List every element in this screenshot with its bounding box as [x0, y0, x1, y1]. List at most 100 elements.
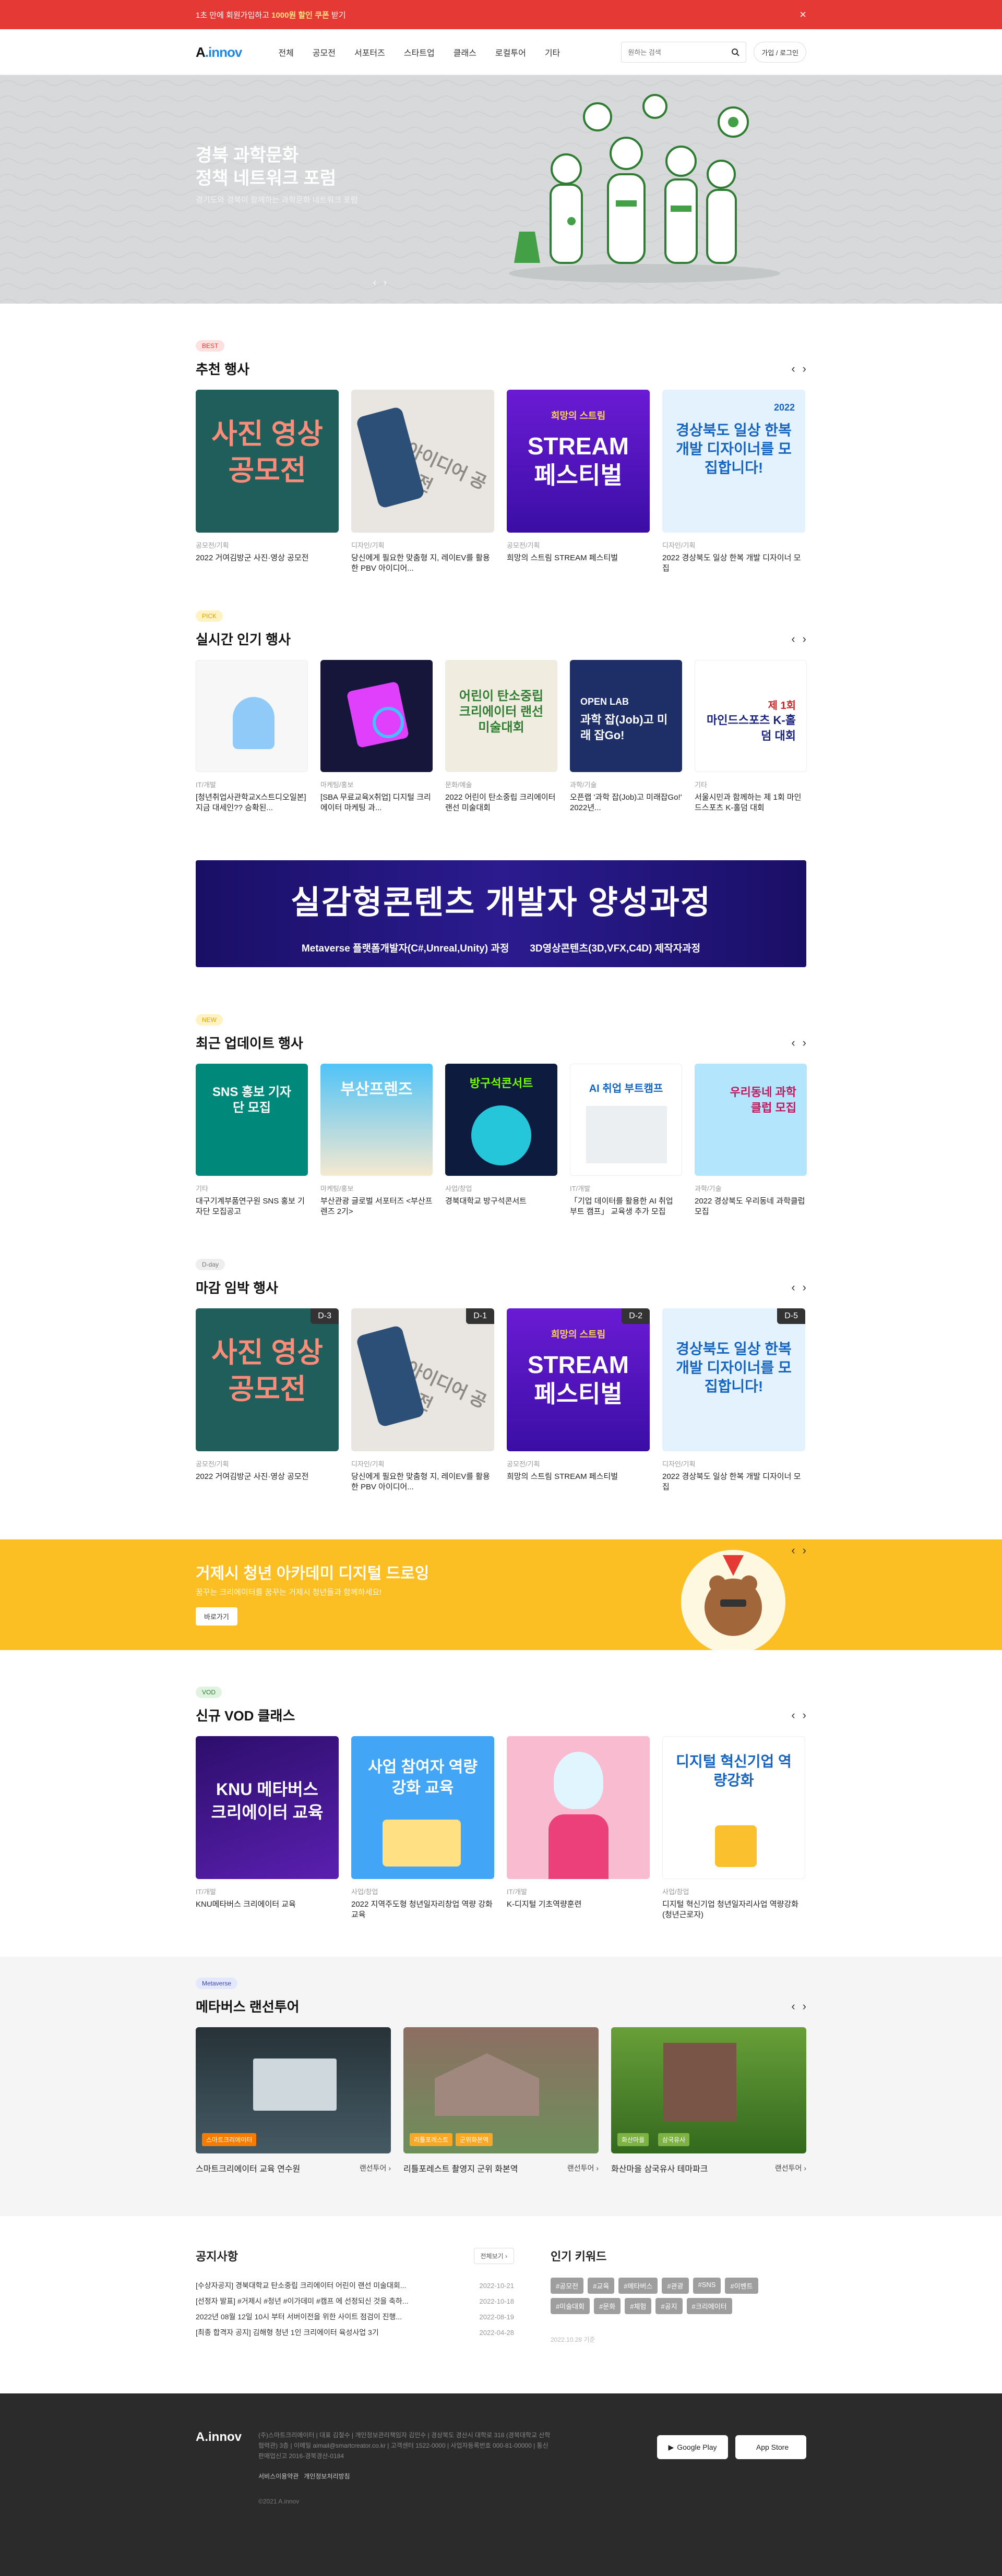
- nav-item-class[interactable]: 클래스: [454, 46, 476, 58]
- thumb-text: STREAM 페스티벌: [527, 1351, 629, 1407]
- promo-text-before: 1초 만에 회원가입하고: [196, 10, 272, 20]
- search-icon[interactable]: [731, 48, 740, 56]
- tour-card[interactable]: 리틀포레스트 군위화본역 리틀포레스트 촬영지 군위 화본역 랜선투어 ›: [403, 2027, 599, 2174]
- keyword-chip[interactable]: #공지: [655, 2298, 683, 2314]
- chevron-left-icon[interactable]: ‹: [791, 1281, 795, 1294]
- notice-row[interactable]: 2022년 08월 12일 10시 부터 서버이전을 위한 사이트 점검이 진행…: [196, 2309, 514, 2325]
- notice-text: [선정자 발표] #거제시 #청년 #이가데미 #캠프 에 선정되신 것을 축하…: [196, 2297, 409, 2305]
- hero-prev-arrow[interactable]: ‹: [373, 277, 376, 288]
- chevron-right-icon[interactable]: ›: [803, 1036, 806, 1050]
- notice-more-button[interactable]: 전체보기 ›: [473, 2247, 514, 2264]
- keyword-chip[interactable]: #체험: [625, 2298, 652, 2314]
- event-card[interactable]: IT/개발 [청년취업사관학교X스트디오일본] 지금 대세인?? 승확된...: [196, 660, 308, 813]
- chevron-right-icon[interactable]: ›: [803, 1708, 806, 1722]
- class-card[interactable]: 사업 참여자 역량강화 교육 사업/창업 2022 지역주도형 청년일자리창업 …: [351, 1736, 494, 1920]
- google-play-button[interactable]: ▶ Google Play: [657, 2435, 728, 2459]
- keyword-chip[interactable]: #미술대회: [551, 2298, 590, 2314]
- event-card[interactable]: 마케팅/홍보 [SBA 무료교육X취업] 디지털 크리에이터 마케팅 과...: [320, 660, 433, 813]
- event-card[interactable]: OPEN LAB 과학 잡(Job)고 미래 잡Go! 과학/기술 오픈랩 '과…: [570, 660, 682, 813]
- nav-item-all[interactable]: 전체: [278, 46, 293, 58]
- event-card[interactable]: 부산프렌즈 마케팅/홍보 부산관광 글로벌 서포터즈 <부산프렌즈 2기>: [320, 1064, 433, 1217]
- class-card[interactable]: 디지털 혁신기업 역량강화 사업/창업 디지털 혁신기업 청년일자리사업 역량강…: [662, 1736, 805, 1920]
- hero-next-arrow[interactable]: ›: [384, 277, 387, 288]
- tour-card[interactable]: 스마트크리에이터 스마트크리에이터 교육 연수원 랜선투어 ›: [196, 2027, 391, 2174]
- nav-item-contest[interactable]: 공모전: [313, 46, 336, 58]
- logo-text: .innov: [205, 44, 243, 60]
- chevron-right-icon[interactable]: ›: [803, 1544, 806, 1557]
- chevron-right-icon[interactable]: ›: [803, 1281, 806, 1294]
- keyword-chip[interactable]: #교육: [588, 2278, 615, 2294]
- footer-terms-link[interactable]: 서비스이용약관: [258, 2472, 299, 2481]
- footer-privacy-link[interactable]: 개인정보처리방침: [304, 2472, 350, 2481]
- best-title: 추천 행사: [196, 362, 249, 377]
- chevron-left-icon[interactable]: ‹: [791, 2000, 795, 2013]
- tour-card[interactable]: 화산마을 삼국유사 화산마을 삼국유사 테마파크 랜선투어 ›: [611, 2027, 806, 2174]
- login-button[interactable]: 가입 / 로그인: [754, 42, 806, 63]
- close-icon[interactable]: ×: [800, 8, 806, 21]
- tour-thumbnail: 스마트크리에이터: [196, 2027, 391, 2153]
- chevron-right-icon[interactable]: ›: [803, 632, 806, 646]
- dday-tag: D-day: [196, 1259, 225, 1270]
- keyword-chip[interactable]: #이벤트: [725, 2278, 758, 2294]
- event-card[interactable]: 2022 경상북도 일상 한복 개발 디자이너를 모집합니다! 디자인/기획 2…: [662, 390, 805, 574]
- hero-subtitle: 경기도와 경북이 함께하는 과학문화 네트워크 포럼: [196, 196, 358, 204]
- keyword-chip[interactable]: #관광: [662, 2278, 689, 2294]
- keyword-chip[interactable]: #문화: [594, 2298, 621, 2314]
- event-card[interactable]: SNS 홍보 기자단 모집 기타 대구기계부품연구원 SNS 홍보 기자단 모집…: [196, 1064, 308, 1217]
- chevron-left-icon[interactable]: ‹: [791, 632, 795, 646]
- chevron-right-icon[interactable]: ›: [803, 2000, 806, 2013]
- nav-item-startup[interactable]: 스타트업: [404, 46, 435, 58]
- app-store-button[interactable]: App Store: [735, 2435, 806, 2459]
- hero-pagination: ‹ ›: [373, 277, 387, 288]
- event-card[interactable]: 어린이 탄소중립 크리에이터 랜선 미술대회 문화/예술 2022 어린이 탄소…: [445, 660, 557, 813]
- keyword-chip[interactable]: #크리에이터: [686, 2298, 732, 2314]
- event-card[interactable]: 경상북도 일상 한복 개발 디자이너를 모집합니다! D-5 디자인/기획 20…: [662, 1308, 805, 1492]
- nav-item-localtour[interactable]: 로컬투어: [495, 46, 526, 58]
- event-card[interactable]: AI 취업 부트캠프 IT/개발 「기업 데이터를 활용한 AI 취업 부트 캠…: [570, 1064, 682, 1217]
- event-card[interactable]: 사진 영상 공모전 D-3 공모전/기획 2022 거여김방군 사진·영상 공모…: [196, 1308, 339, 1492]
- person-illustration: [233, 697, 275, 749]
- tour-link[interactable]: 랜선투어 ›: [775, 2163, 806, 2173]
- event-card[interactable]: 방구석콘서트 사업/창업 경북대학교 방구석콘서트: [445, 1064, 557, 1217]
- tour-link[interactable]: 랜선투어 ›: [360, 2163, 391, 2173]
- event-card[interactable]: PBV 아이디어 공모전 D-1 디자인/기획 당신에게 필요한 맞춤형 지, …: [351, 1308, 494, 1492]
- nav-item-supporters[interactable]: 서포터즈: [354, 46, 385, 58]
- event-card[interactable]: 희망의 스트림 STREAM 페스티벌 D-2 공모전/기획 희망의 스트림 S…: [507, 1308, 650, 1492]
- class-card[interactable]: IT/개발 K-디지털 기초역량훈련: [507, 1736, 650, 1920]
- academy-banner[interactable]: 거제시 청년 아카데미 디지털 드로잉 꿈꾸는 크리에이터를 꿈꾸는 거제시 청…: [0, 1539, 1002, 1650]
- keyword-chip[interactable]: #공모전: [551, 2278, 584, 2294]
- event-card[interactable]: PBV 아이디어 공모전 디자인/기획 당신에게 필요한 맞춤형 지, 레이EV…: [351, 390, 494, 574]
- notice-row[interactable]: [수상자공지] 경북대학교 탄소중립 크리에이터 어린이 랜선 미술대회... 2…: [196, 2278, 514, 2293]
- class-card[interactable]: KNU 메타버스 크리에이터 교육 IT/개발 KNU메타버스 크리에이터 교육: [196, 1736, 339, 1920]
- promo-text[interactable]: 1초 만에 회원가입하고 1000원 할인 쿠폰 받기: [196, 9, 346, 20]
- course-banner[interactable]: 실감형콘텐츠 개발자 양성과정 Metaverse 플랫폼개발자(C#,Unre…: [196, 860, 806, 967]
- keyword-chip[interactable]: #SNS: [693, 2278, 721, 2294]
- chevron-left-icon[interactable]: ‹: [791, 1036, 795, 1050]
- chevron-right-icon[interactable]: ›: [803, 362, 806, 376]
- dday-badge: D-1: [466, 1308, 494, 1324]
- card-category: 사업/창업: [445, 1185, 472, 1193]
- keyword-chip[interactable]: #메타버스: [618, 2278, 658, 2294]
- card-title: 2022 거여김방군 사진·영상 공모전: [196, 1472, 309, 1481]
- chevron-left-icon[interactable]: ‹: [791, 1544, 795, 1557]
- banner-wrap: 실감형콘텐츠 개발자 양성과정 Metaverse 플랫폼개발자(C#,Unre…: [196, 860, 806, 967]
- footer-logo[interactable]: A.innov: [196, 2430, 242, 2445]
- event-card[interactable]: 우리동네 과학클럽 모집 과학/기술 2022 경상북도 우리동네 과학클럽 모…: [695, 1064, 807, 1217]
- tour-chip: 스마트크리에이터: [202, 2133, 257, 2146]
- nav-item-etc[interactable]: 기타: [545, 46, 560, 58]
- event-card[interactable]: 제 1회 마인드스포츠 K-홀덤 대회 기타 서울시민과 함께하는 제 1회 마…: [695, 660, 807, 813]
- academy-go-button[interactable]: 바로가기: [196, 1607, 237, 1626]
- chevron-left-icon[interactable]: ‹: [791, 362, 795, 376]
- tour-link[interactable]: 랜선투어 ›: [567, 2163, 599, 2173]
- event-thumbnail: PBV 아이디어 공모전 D-1: [351, 1308, 494, 1451]
- event-thumbnail: 우리동네 과학클럽 모집: [695, 1064, 807, 1176]
- event-card[interactable]: 사진 영상 공모전 공모전/기획 2022 거여김방군 사진·영상 공모전: [196, 390, 339, 574]
- hero-banner[interactable]: 경북 과학문화 정책 네트워크 포럼 경기도와 경북이 함께하는 과학문화 네트워…: [0, 75, 1002, 304]
- notice-row[interactable]: [최종 합격자 공지] 김해형 청년 1인 크리에이터 육성사업 3기 2022-…: [196, 2325, 514, 2340]
- footer-copyright: ©2021 A.innov: [258, 2498, 300, 2505]
- site-logo[interactable]: A.innov: [196, 44, 242, 61]
- chevron-left-icon[interactable]: ‹: [791, 1708, 795, 1722]
- notice-row[interactable]: [선정자 발표] #거제시 #청년 #이가데미 #캠프 에 선정되신 것을 축하…: [196, 2293, 514, 2309]
- search-input[interactable]: [628, 48, 722, 56]
- event-card[interactable]: 희망의 스트림 STREAM 페스티벌 공모전/기획 희망의 스트림 STREA…: [507, 390, 650, 574]
